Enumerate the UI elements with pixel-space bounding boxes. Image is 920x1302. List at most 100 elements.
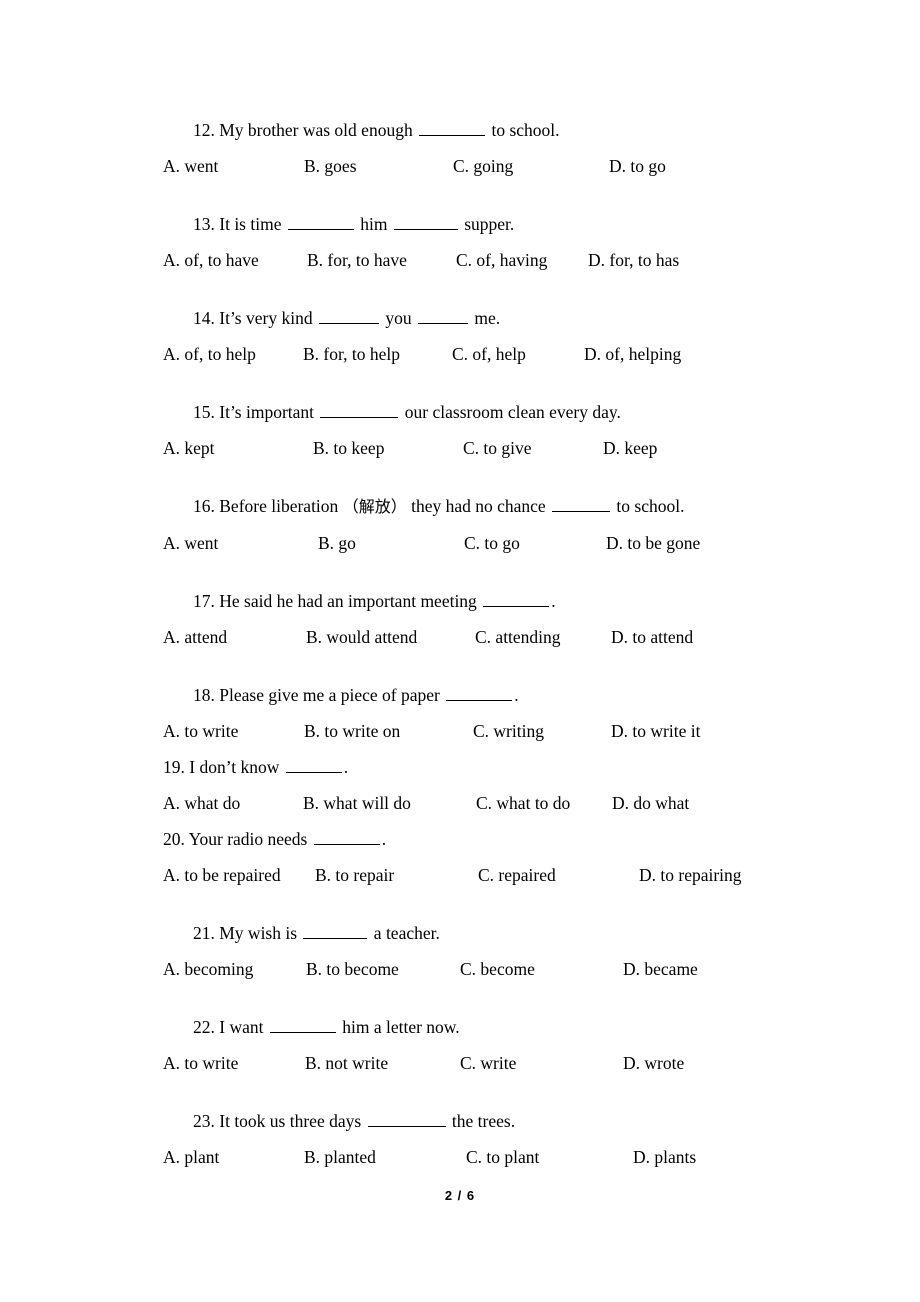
option-d[interactable]: D. to repairing xyxy=(639,857,742,893)
option-row: A. what do B. what will do C. what to do D.… xyxy=(163,785,803,821)
answer-blank[interactable] xyxy=(446,686,513,701)
option-d[interactable]: D. keep xyxy=(603,430,657,466)
option-c[interactable]: C. of, help xyxy=(452,336,526,372)
question-stem: 18. Please give me a piece of paper . xyxy=(163,677,803,713)
option-b[interactable]: B. to repair xyxy=(315,857,394,893)
answer-blank[interactable] xyxy=(419,121,486,136)
answer-blank[interactable] xyxy=(318,309,379,324)
option-b[interactable]: B. to keep xyxy=(313,430,384,466)
answer-blank[interactable] xyxy=(287,215,354,230)
option-a[interactable]: A. plant xyxy=(163,1139,219,1175)
question-text-run: 15. It’s important xyxy=(193,402,319,422)
option-b[interactable]: B. go xyxy=(318,525,356,561)
option-a[interactable]: A. went xyxy=(163,525,218,561)
question-stem: 16. Before liberation （解放） they had no c… xyxy=(163,488,803,525)
option-d[interactable]: D. wrote xyxy=(623,1045,684,1081)
answer-blank[interactable] xyxy=(313,830,380,845)
option-d[interactable]: D. do what xyxy=(612,785,689,821)
option-d[interactable]: D. to go xyxy=(609,148,666,184)
option-c[interactable]: C. attending xyxy=(475,619,561,655)
option-c[interactable]: C. what to do xyxy=(476,785,570,821)
question-text-run: 20. Your radio needs xyxy=(163,829,312,849)
option-c[interactable]: C. become xyxy=(460,951,535,987)
question-text-run: 21. My wish is xyxy=(193,923,302,943)
question-text-run: supper. xyxy=(459,214,515,234)
question-text-run: 16. Before liberation xyxy=(193,496,343,516)
option-d[interactable]: D. to attend xyxy=(611,619,693,655)
question-text-run: 12. My brother was old enough xyxy=(193,120,418,140)
question-stem: 19. I don’t know . xyxy=(163,749,803,785)
question-block: 17. He said he had an important meeting … xyxy=(163,583,803,655)
answer-blank[interactable] xyxy=(303,924,368,939)
question-stem: 20. Your radio needs . xyxy=(163,821,803,857)
option-b[interactable]: B. would attend xyxy=(306,619,417,655)
option-row: A. of, to have B. for, to have C. of, havi… xyxy=(163,242,803,278)
question-text-run: . xyxy=(381,829,387,849)
option-b[interactable]: B. goes xyxy=(304,148,357,184)
option-c[interactable]: C. going xyxy=(453,148,513,184)
option-b[interactable]: B. for, to help xyxy=(303,336,400,372)
option-a[interactable]: A. what do xyxy=(163,785,240,821)
question-list: 12. My brother was old enough to school.… xyxy=(163,112,803,1197)
answer-blank[interactable] xyxy=(320,403,399,418)
option-a[interactable]: A. kept xyxy=(163,430,215,466)
question-stem: 13. It is time him supper. xyxy=(163,206,803,242)
option-row: A. to write B. not write C. write D. wrote xyxy=(163,1045,803,1081)
option-a[interactable]: A. of, to help xyxy=(163,336,256,372)
option-b[interactable]: B. planted xyxy=(304,1139,376,1175)
answer-blank[interactable] xyxy=(285,758,342,773)
option-d[interactable]: D. plants xyxy=(633,1139,696,1175)
question-block: 22. I want him a letter now. A. to write B… xyxy=(163,1009,803,1081)
option-a[interactable]: A. to write xyxy=(163,713,238,749)
option-row: A. of, to help B. for, to help C. of, help… xyxy=(163,336,803,372)
option-b[interactable]: B. what will do xyxy=(303,785,411,821)
question-text-run: 23. It took us three days xyxy=(193,1111,366,1131)
question-text-run: him xyxy=(355,214,392,234)
option-d[interactable]: D. to be gone xyxy=(606,525,700,561)
question-text-run: 14. It’s very kind xyxy=(193,308,317,328)
page-number-footer: 2 / 6 xyxy=(444,1188,476,1203)
option-row: A. went B. goes C. going D. to go xyxy=(163,148,803,184)
option-d[interactable]: D. of, helping xyxy=(584,336,681,372)
option-a[interactable]: A. went xyxy=(163,148,218,184)
document-page: 12. My brother was old enough to school.… xyxy=(0,0,920,1302)
option-c[interactable]: C. to plant xyxy=(466,1139,539,1175)
answer-blank[interactable] xyxy=(417,309,468,324)
option-c[interactable]: C. of, having xyxy=(456,242,547,278)
question-stem: 22. I want him a letter now. xyxy=(163,1009,803,1045)
question-text-run: 18. Please give me a piece of paper xyxy=(193,685,445,705)
answer-blank[interactable] xyxy=(269,1018,336,1033)
option-row: A. kept B. to keep C. to give D. keep xyxy=(163,430,803,466)
question-text-run: 19. I don’t know xyxy=(163,757,284,777)
option-b[interactable]: B. to write on xyxy=(304,713,400,749)
option-c[interactable]: C. to go xyxy=(464,525,520,561)
option-c[interactable]: C. repaired xyxy=(478,857,556,893)
question-stem: 21. My wish is a teacher. xyxy=(163,915,803,951)
option-d[interactable]: D. became xyxy=(623,951,698,987)
option-b[interactable]: B. to become xyxy=(306,951,399,987)
option-c[interactable]: C. writing xyxy=(473,713,544,749)
question-stem: 17. He said he had an important meeting … xyxy=(163,583,803,619)
question-block: 16. Before liberation （解放） they had no c… xyxy=(163,488,803,561)
answer-blank[interactable] xyxy=(483,592,550,607)
question-block: 19. I don’t know . A. what do B. what will… xyxy=(163,749,803,821)
question-text-run: a teacher. xyxy=(369,923,440,943)
option-d[interactable]: D. to write it xyxy=(611,713,700,749)
question-block: 12. My brother was old enough to school.… xyxy=(163,112,803,184)
answer-blank[interactable] xyxy=(367,1112,446,1127)
option-a[interactable]: A. becoming xyxy=(163,951,253,987)
answer-blank[interactable] xyxy=(393,215,458,230)
chinese-gloss: （解放） xyxy=(342,497,407,516)
question-block: 15. It’s important our classroom clean e… xyxy=(163,394,803,466)
option-a[interactable]: A. attend xyxy=(163,619,227,655)
question-text-run: they had no chance xyxy=(406,496,551,516)
option-c[interactable]: C. write xyxy=(460,1045,516,1081)
option-b[interactable]: B. not write xyxy=(305,1045,388,1081)
option-a[interactable]: A. to write xyxy=(163,1045,238,1081)
option-b[interactable]: B. for, to have xyxy=(307,242,407,278)
option-d[interactable]: D. for, to has xyxy=(588,242,679,278)
option-a[interactable]: A. of, to have xyxy=(163,242,259,278)
answer-blank[interactable] xyxy=(552,497,611,512)
option-c[interactable]: C. to give xyxy=(463,430,532,466)
option-a[interactable]: A. to be repaired xyxy=(163,857,281,893)
